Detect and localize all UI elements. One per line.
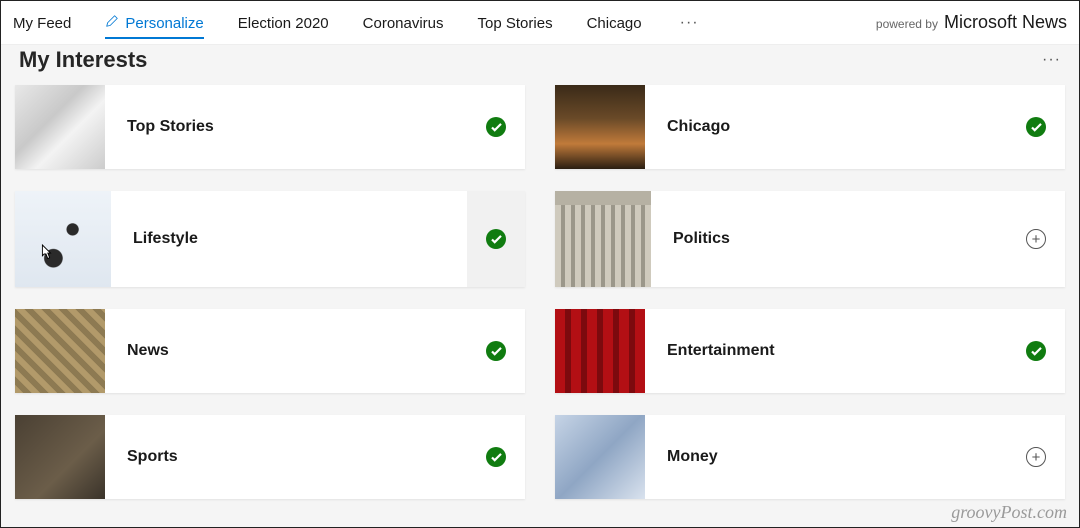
interest-toggle-news[interactable] xyxy=(467,309,525,393)
thumbnail-top-stories xyxy=(15,85,105,169)
nav-more-button[interactable]: ··· xyxy=(676,14,703,32)
interest-label: Politics xyxy=(651,230,1007,248)
interest-card-money[interactable]: Money + xyxy=(555,415,1065,499)
checkmark-icon xyxy=(486,447,506,467)
powered-by-prefix: powered by xyxy=(876,17,938,31)
checkmark-icon xyxy=(486,117,506,137)
interest-grid: Top Stories Chicago Lifestyle Politics +… xyxy=(1,81,1079,499)
pencil-icon xyxy=(105,14,119,32)
interest-toggle-chicago[interactable] xyxy=(1007,85,1065,169)
interest-toggle-money[interactable]: + xyxy=(1007,415,1065,499)
nav-my-feed[interactable]: My Feed xyxy=(13,7,71,39)
interest-card-top-stories[interactable]: Top Stories xyxy=(15,85,525,169)
interest-label: News xyxy=(105,342,467,360)
thumbnail-politics xyxy=(555,191,651,287)
thumbnail-news xyxy=(15,309,105,393)
nav-election-2020[interactable]: Election 2020 xyxy=(238,7,329,39)
page-title: My Interests xyxy=(19,47,147,73)
interest-toggle-entertainment[interactable] xyxy=(1007,309,1065,393)
checkmark-icon xyxy=(486,229,506,249)
interest-toggle-top-stories[interactable] xyxy=(467,85,525,169)
nav-personalize[interactable]: Personalize xyxy=(105,6,203,39)
plus-icon: + xyxy=(1026,229,1046,249)
interest-card-news[interactable]: News xyxy=(15,309,525,393)
interest-card-entertainment[interactable]: Entertainment xyxy=(555,309,1065,393)
page-more-button[interactable]: ··· xyxy=(1042,51,1061,69)
nav-coronavirus[interactable]: Coronavirus xyxy=(363,7,444,39)
checkmark-icon xyxy=(1026,117,1046,137)
thumbnail-entertainment xyxy=(555,309,645,393)
thumbnail-sports xyxy=(15,415,105,499)
interest-label: Chicago xyxy=(645,118,1007,136)
interest-label: Sports xyxy=(105,448,467,466)
interest-card-politics[interactable]: Politics + xyxy=(555,191,1065,287)
nav-personalize-label: Personalize xyxy=(125,15,203,32)
interest-card-sports[interactable]: Sports xyxy=(15,415,525,499)
interest-toggle-lifestyle[interactable] xyxy=(467,191,525,287)
interest-card-lifestyle[interactable]: Lifestyle xyxy=(15,191,525,287)
interest-label: Entertainment xyxy=(645,342,1007,360)
checkmark-icon xyxy=(1026,341,1046,361)
watermark: groovyPost.com xyxy=(951,502,1067,523)
checkmark-icon xyxy=(486,341,506,361)
nav-chicago[interactable]: Chicago xyxy=(587,7,642,39)
nav-top-stories[interactable]: Top Stories xyxy=(478,7,553,39)
title-row: My Interests ··· xyxy=(1,45,1079,81)
interest-label: Lifestyle xyxy=(111,230,467,248)
thumbnail-lifestyle xyxy=(15,191,111,287)
plus-icon: + xyxy=(1026,447,1046,467)
interest-card-chicago[interactable]: Chicago xyxy=(555,85,1065,169)
interest-toggle-politics[interactable]: + xyxy=(1007,191,1065,287)
interest-toggle-sports[interactable] xyxy=(467,415,525,499)
thumbnail-money xyxy=(555,415,645,499)
powered-by-brand: Microsoft News xyxy=(944,12,1067,33)
top-navbar: My Feed Personalize Election 2020 Corona… xyxy=(1,1,1079,45)
interest-label: Top Stories xyxy=(105,118,467,136)
powered-by: powered by Microsoft News xyxy=(876,12,1067,33)
thumbnail-chicago xyxy=(555,85,645,169)
interest-label: Money xyxy=(645,448,1007,466)
